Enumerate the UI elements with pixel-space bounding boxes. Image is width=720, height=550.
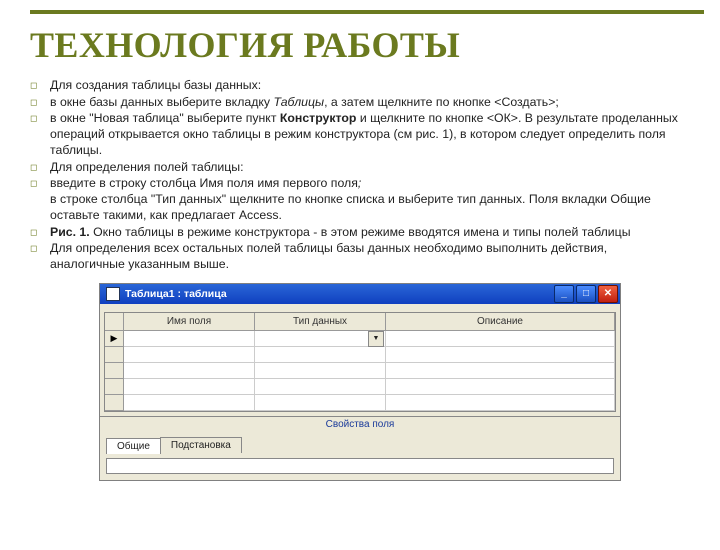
- cell-datatype[interactable]: [255, 347, 386, 363]
- row-selector[interactable]: [105, 347, 124, 363]
- tab-lookup[interactable]: Подстановка: [160, 437, 242, 453]
- window-titlebar: Таблица1 : таблица _ □ ✕: [100, 284, 620, 304]
- bullet-item: ◻в окне базы данных выберите вкладку Таб…: [30, 95, 684, 111]
- grid-header-datatype: Тип данных: [255, 313, 386, 331]
- grid-row[interactable]: [105, 395, 615, 411]
- bullet-marker-icon: ◻: [30, 225, 50, 241]
- cell-fieldname[interactable]: [124, 347, 255, 363]
- cell-description[interactable]: [386, 347, 615, 363]
- grid-header-description: Описание: [386, 313, 615, 331]
- table-designer-grid: Имя поля Тип данных Описание ▶▼: [104, 312, 616, 412]
- window-close-button[interactable]: ✕: [598, 285, 618, 303]
- cell-description[interactable]: [386, 395, 615, 411]
- cell-description[interactable]: [386, 331, 615, 347]
- accent-rule: [30, 10, 704, 14]
- row-selector[interactable]: [105, 379, 124, 395]
- tab-general[interactable]: Общие: [106, 438, 161, 454]
- grid-row[interactable]: [105, 379, 615, 395]
- bullet-item: ◻введите в строку столбца Имя поля имя п…: [30, 176, 684, 223]
- cell-datatype[interactable]: ▼: [255, 331, 386, 347]
- row-selector[interactable]: [105, 363, 124, 379]
- bullet-item: ◻Для создания таблицы базы данных:: [30, 78, 684, 94]
- cell-fieldname[interactable]: [124, 395, 255, 411]
- bullet-text: Для определения полей таблицы:: [50, 160, 684, 176]
- cell-datatype[interactable]: [255, 379, 386, 395]
- bullet-marker-icon: ◻: [30, 111, 50, 158]
- bullet-item: ◻Для определения полей таблицы:: [30, 160, 684, 176]
- window-toolbar: [100, 304, 620, 308]
- bullet-text: в окне "Новая таблица" выберите пункт Ко…: [50, 111, 684, 158]
- field-properties-header: Свойства поля: [100, 416, 620, 433]
- window-minimize-button[interactable]: _: [554, 285, 574, 303]
- cell-description[interactable]: [386, 379, 615, 395]
- figure-window: Таблица1 : таблица _ □ ✕ Имя поля Тип да…: [99, 283, 621, 481]
- props-body: [106, 458, 614, 474]
- bullet-marker-icon: ◻: [30, 160, 50, 176]
- bullet-item: ◻в окне "Новая таблица" выберите пункт К…: [30, 111, 684, 158]
- bullet-item: ◻Рис. 1. Окно таблицы в режиме конструкт…: [30, 225, 684, 241]
- grid-header-row: Имя поля Тип данных Описание: [105, 313, 615, 331]
- cell-fieldname[interactable]: [124, 331, 255, 347]
- bullet-text: в окне базы данных выберите вкладку Табл…: [50, 95, 684, 111]
- window-maximize-button[interactable]: □: [576, 285, 596, 303]
- bullet-text: введите в строку столбца Имя поля имя пе…: [50, 176, 684, 223]
- window-app-icon: [106, 287, 120, 301]
- window-title-text: Таблица1 : таблица: [125, 288, 552, 300]
- row-selector[interactable]: [105, 395, 124, 411]
- grid-corner: [105, 313, 124, 331]
- bullet-marker-icon: ◻: [30, 241, 50, 272]
- grid-row[interactable]: [105, 347, 615, 363]
- cell-fieldname[interactable]: [124, 379, 255, 395]
- slide-title: ТЕХНОЛОГИЯ РАБОТЫ: [30, 24, 690, 66]
- props-tabs: Общие Подстановка: [100, 433, 620, 459]
- cell-datatype[interactable]: [255, 395, 386, 411]
- grid-row[interactable]: ▶▼: [105, 331, 615, 347]
- cell-fieldname[interactable]: [124, 363, 255, 379]
- datatype-dropdown-button[interactable]: ▼: [368, 331, 384, 347]
- grid-header-fieldname: Имя поля: [124, 313, 255, 331]
- bullet-marker-icon: ◻: [30, 95, 50, 111]
- grid-row[interactable]: [105, 363, 615, 379]
- bullet-marker-icon: ◻: [30, 78, 50, 94]
- bullet-marker-icon: ◻: [30, 176, 50, 223]
- bullet-text: Рис. 1. Окно таблицы в режиме конструкто…: [50, 225, 684, 241]
- bullet-text: Для определения всех остальных полей таб…: [50, 241, 684, 272]
- cell-description[interactable]: [386, 363, 615, 379]
- bullet-list: ◻Для создания таблицы базы данных:◻в окн…: [30, 78, 684, 273]
- bullet-text: Для создания таблицы базы данных:: [50, 78, 684, 94]
- bullet-item: ◻Для определения всех остальных полей та…: [30, 241, 684, 272]
- row-selector[interactable]: ▶: [105, 331, 124, 347]
- cell-datatype[interactable]: [255, 363, 386, 379]
